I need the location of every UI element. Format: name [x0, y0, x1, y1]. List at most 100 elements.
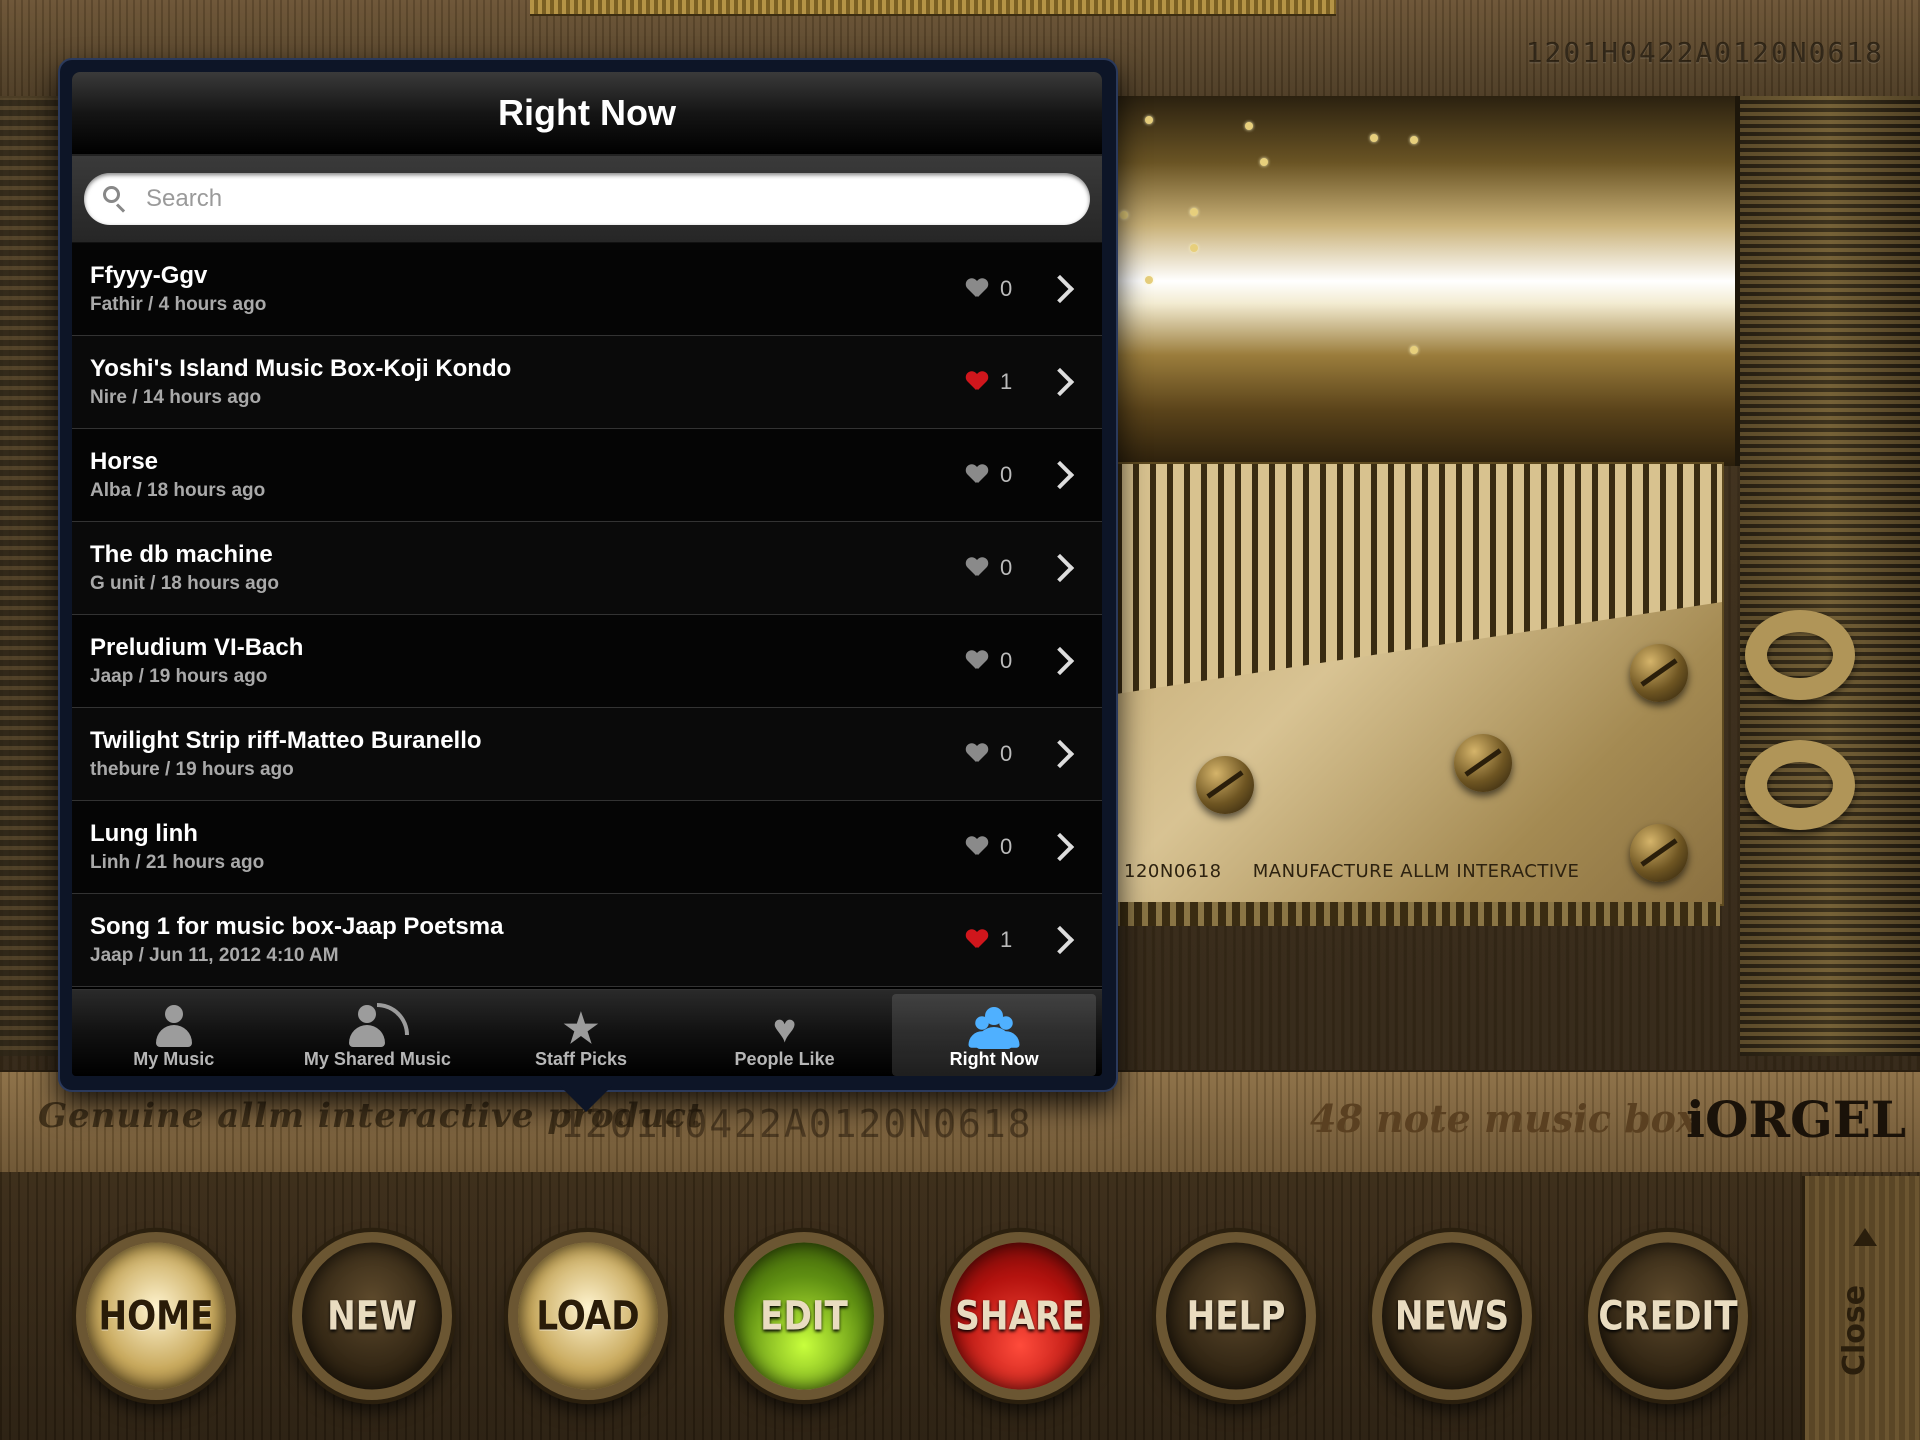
song-subtitle: G unit / 18 hours ago: [90, 573, 279, 594]
search-field[interactable]: [84, 173, 1090, 225]
person-broadcast-icon: [347, 1003, 410, 1049]
song-subtitle: Fathir / 4 hours ago: [90, 294, 267, 315]
comb-base: [1114, 902, 1720, 926]
tab-people-like[interactable]: ♥ People Like: [683, 990, 887, 1076]
song-subtitle: Linh / 21 hours ago: [90, 852, 265, 873]
song-list: Ffyyy-Ggv Fathir / 4 hours ago 0 Yoshi's Is…: [72, 243, 1102, 993]
chevron-right-icon[interactable]: [1045, 925, 1075, 955]
popover-title: Right Now: [498, 92, 676, 133]
chevron-right-icon[interactable]: [1045, 739, 1075, 769]
people-icon: [962, 1003, 1026, 1049]
tab-bar: My Music My Shared Music ★ Staff Picks ♥ Peop…: [72, 989, 1102, 1076]
chevron-right-icon[interactable]: [1045, 646, 1075, 676]
tab-my-music[interactable]: My Music: [72, 990, 276, 1076]
list-item[interactable]: Yoshi's Island Music Box-Koji Kondo Nire …: [72, 336, 1102, 429]
tab-right-now[interactable]: Right Now: [892, 994, 1096, 1076]
serial-number-mid: 1201H0422A0120N0618: [560, 1102, 1033, 1146]
list-item[interactable]: The db machine G unit / 18 hours ago 0: [72, 522, 1102, 615]
close-panel-tab[interactable]: Close: [1802, 1176, 1920, 1440]
screw: [1630, 644, 1688, 702]
like-count: 0: [1000, 741, 1013, 766]
like-count: 0: [1000, 834, 1013, 859]
search-input[interactable]: [144, 184, 1072, 214]
heart-icon[interactable]: [966, 651, 988, 671]
song-subtitle: thebure / 19 hours ago: [90, 759, 294, 780]
list-item[interactable]: Ffyyy-Ggv Fathir / 4 hours ago 0: [72, 243, 1102, 336]
list-item[interactable]: Lung linh Linh / 21 hours ago 0: [72, 801, 1102, 894]
list-item[interactable]: Twilight Strip riff-Matteo Buranello theb…: [72, 708, 1102, 801]
song-subtitle: Jaap / Jun 11, 2012 4:10 AM: [90, 945, 339, 966]
list-item[interactable]: Horse Alba / 18 hours ago 0: [72, 429, 1102, 522]
person-icon: [154, 1003, 194, 1049]
song-title: Yoshi's Island Music Box-Koji Kondo: [90, 355, 512, 382]
song-title: Song 1 for music box-Jaap Poetsma: [90, 913, 504, 940]
song-title: Ffyyy-Ggv: [90, 262, 208, 289]
song-title: Lung linh: [90, 820, 198, 847]
share-button[interactable]: SHARE: [940, 1232, 1100, 1400]
help-button[interactable]: HELP: [1156, 1232, 1316, 1400]
star-icon: ★: [563, 1007, 599, 1051]
song-subtitle: Jaap / 19 hours ago: [90, 666, 268, 687]
like-count: 0: [1000, 648, 1013, 673]
heart-icon[interactable]: [966, 372, 988, 392]
song-subtitle: Alba / 18 hours ago: [90, 480, 266, 501]
popover-navbar: Right Now: [72, 72, 1102, 156]
song-title: Twilight Strip riff-Matteo Buranello: [90, 727, 482, 754]
screw: [1630, 824, 1688, 882]
left-gears: [0, 96, 60, 1056]
comb-manufacturer-label: MANUFACTURE ALLM INTERACTIVE: [1252, 861, 1580, 882]
popover-arrow: [560, 1086, 612, 1112]
edit-button[interactable]: EDIT: [724, 1232, 884, 1400]
close-arrow-icon: [1853, 1228, 1877, 1246]
tab-label: My Shared Music: [303, 1049, 451, 1069]
search-icon: [102, 185, 130, 213]
winding-key[interactable]: [1745, 610, 1865, 850]
like-count: 1: [1000, 927, 1013, 952]
song-title: The db machine: [90, 541, 273, 568]
top-brass-rail: [530, 0, 1336, 16]
new-button[interactable]: NEW: [292, 1232, 452, 1400]
chevron-right-icon[interactable]: [1045, 553, 1075, 583]
chevron-right-icon[interactable]: [1045, 367, 1075, 397]
heart-icon[interactable]: [966, 558, 988, 578]
chevron-right-icon[interactable]: [1045, 832, 1075, 862]
heart-icon[interactable]: [966, 837, 988, 857]
load-button[interactable]: LOAD: [508, 1232, 668, 1400]
tab-staff-picks[interactable]: ★ Staff Picks: [479, 990, 683, 1076]
heart-icon[interactable]: [966, 744, 988, 764]
tab-my-shared-music[interactable]: My Shared Music: [276, 990, 480, 1076]
list-item[interactable]: Song 1 for music box-Jaap Poetsma Jaap / …: [72, 894, 1102, 987]
heart-icon[interactable]: [966, 465, 988, 485]
tab-label: My Music: [133, 1049, 215, 1069]
song-title: Preludium VI-Bach: [90, 634, 304, 661]
song-subtitle: Nire / 14 hours ago: [90, 387, 262, 408]
tab-label: Right Now: [949, 1049, 1039, 1069]
home-button[interactable]: HOME: [76, 1232, 236, 1400]
music-cylinder: [1110, 96, 1743, 466]
right-gears: [1740, 96, 1920, 1056]
tab-label: Staff Picks: [534, 1049, 627, 1069]
news-button[interactable]: NEWS: [1372, 1232, 1532, 1400]
close-label: Close: [1837, 1284, 1872, 1376]
chevron-right-icon[interactable]: [1045, 460, 1075, 490]
heart-icon[interactable]: [966, 279, 988, 299]
screw: [1196, 756, 1254, 814]
like-count: 0: [1000, 276, 1013, 301]
serial-number-top: 1201H0422A0120N0618: [1525, 36, 1884, 69]
list-item[interactable]: Preludium VI-Bach Jaap / 19 hours ago 0: [72, 615, 1102, 708]
like-count: 0: [1000, 462, 1013, 487]
brand-logo: iORGEL: [1686, 1090, 1907, 1149]
credit-button[interactable]: CREDIT: [1588, 1232, 1748, 1400]
search-bar: [72, 156, 1102, 243]
like-count: 0: [1000, 555, 1013, 580]
tab-label: People Like: [734, 1049, 835, 1069]
heart-icon: ♥: [772, 1007, 797, 1051]
song-title: Horse: [90, 448, 159, 475]
music-browser-popover: Right Now Ffyyy-Ggv Fathir / 4 hours ago 0…: [58, 58, 1118, 1092]
like-count: 1: [1000, 369, 1013, 394]
note-box-text: 48 note music box: [1310, 1096, 1699, 1141]
chevron-right-icon[interactable]: [1045, 274, 1075, 304]
heart-icon[interactable]: [966, 930, 988, 950]
screw: [1454, 734, 1512, 792]
music-comb: 120N0618 MANUFACTURE ALLM INTERACTIVE: [1114, 462, 1724, 906]
